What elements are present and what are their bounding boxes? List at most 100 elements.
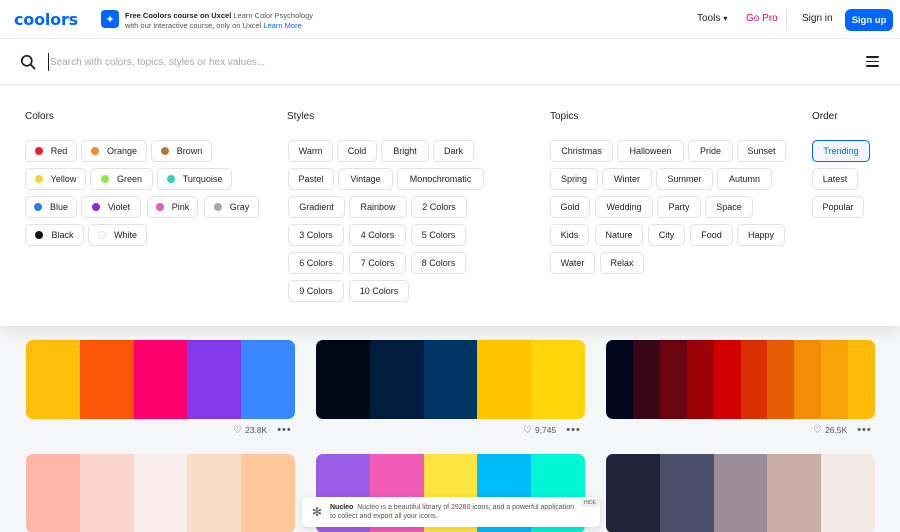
topic-chip-christmas[interactable]: Christmas — [550, 140, 613, 162]
style-chip-10-colors[interactable]: 10 Colors — [349, 280, 409, 302]
heart-icon[interactable]: ♡ — [233, 425, 242, 436]
topic-chip-water[interactable]: Water — [550, 252, 595, 274]
search-input[interactable] — [48, 53, 828, 71]
topic-chip-happy[interactable]: Happy — [737, 224, 785, 246]
palette-swatch[interactable] — [821, 340, 849, 419]
palette-card[interactable] — [606, 340, 875, 419]
style-chip-cold[interactable]: Cold — [337, 140, 377, 162]
palette-card[interactable] — [26, 454, 295, 532]
promo-banner[interactable]: Free Coolors course on Uxcel Learn Color… — [125, 11, 345, 30]
style-chip-9-colors[interactable]: 9 Colors — [288, 280, 344, 302]
palette-swatch[interactable] — [477, 340, 532, 419]
palette-swatch[interactable] — [821, 454, 875, 532]
palette-swatch[interactable] — [740, 340, 768, 419]
style-chip-vintage[interactable]: Vintage — [338, 168, 393, 190]
topic-chip-party[interactable]: Party — [657, 196, 701, 218]
palette-swatch[interactable] — [79, 340, 134, 419]
order-chip-trending[interactable]: Trending — [812, 140, 870, 162]
palette-swatch[interactable] — [767, 454, 822, 532]
heart-icon[interactable]: ♡ — [813, 425, 822, 436]
sign-in-link[interactable]: Sign in — [802, 13, 833, 24]
color-chip-green[interactable]: Green — [90, 168, 153, 190]
palette-swatch[interactable] — [369, 340, 424, 419]
hamburger-menu-icon[interactable] — [866, 56, 879, 67]
topic-chip-wedding[interactable]: Wedding — [595, 196, 653, 218]
topic-chip-gold[interactable]: Gold — [550, 196, 590, 218]
color-chip-gray[interactable]: Gray — [204, 196, 259, 218]
topic-chip-sunset[interactable]: Sunset — [737, 140, 786, 162]
palette-swatch[interactable] — [26, 340, 80, 419]
style-chip-rainbow[interactable]: Rainbow — [349, 196, 407, 218]
coolors-logo[interactable]: coolors — [14, 10, 78, 29]
color-chip-black[interactable]: Black — [25, 224, 84, 246]
palette-card[interactable] — [606, 454, 875, 532]
topic-chip-winter[interactable]: Winter — [602, 168, 652, 190]
more-options-icon[interactable]: ••• — [566, 424, 581, 436]
style-chip-8-colors[interactable]: 8 Colors — [411, 252, 466, 274]
color-chip-yellow[interactable]: Yellow — [25, 168, 86, 190]
tools-menu[interactable]: Tools ▾ — [697, 13, 727, 24]
color-chip-violet[interactable]: Violet — [81, 196, 141, 218]
palette-swatch[interactable] — [659, 340, 687, 419]
style-chip-bright[interactable]: Bright — [381, 140, 429, 162]
sign-up-button[interactable]: Sign up — [845, 9, 893, 31]
topic-chip-halloween[interactable]: Halloween — [617, 140, 684, 162]
color-chip-white[interactable]: White — [88, 224, 147, 246]
style-chip-gradient[interactable]: Gradient — [288, 196, 345, 218]
topic-chip-summer[interactable]: Summer — [656, 168, 713, 190]
palette-swatch[interactable] — [632, 340, 660, 419]
palette-card[interactable] — [316, 340, 585, 419]
palette-swatch[interactable] — [713, 454, 768, 532]
palette-swatch[interactable] — [133, 454, 188, 532]
topic-chip-pride[interactable]: Pride — [688, 140, 733, 162]
more-options-icon[interactable]: ••• — [277, 424, 292, 436]
order-chip-popular[interactable]: Popular — [812, 196, 864, 218]
hide-ad-button[interactable]: HIDE — [581, 499, 599, 507]
order-chip-latest[interactable]: Latest — [812, 168, 858, 190]
palette-swatch[interactable] — [713, 340, 741, 419]
style-chip-monochromatic[interactable]: Monochromatic — [397, 168, 484, 190]
style-chip-2-colors[interactable]: 2 Colors — [411, 196, 467, 218]
palette-swatch[interactable] — [659, 454, 714, 532]
search-icon[interactable] — [20, 54, 36, 70]
style-chip-4-colors[interactable]: 4 Colors — [349, 224, 406, 246]
palette-swatch[interactable] — [606, 340, 633, 419]
palette-swatch[interactable] — [767, 340, 795, 419]
style-chip-pastel[interactable]: Pastel — [288, 168, 334, 190]
palette-swatch[interactable] — [423, 340, 478, 419]
style-chip-5-colors[interactable]: 5 Colors — [411, 224, 466, 246]
palette-swatch[interactable] — [794, 340, 822, 419]
palette-swatch[interactable] — [316, 340, 370, 419]
topic-chip-autumn[interactable]: Autumn — [717, 168, 772, 190]
uxcel-icon[interactable]: ✦ — [101, 10, 119, 28]
go-pro-link[interactable]: Go Pro — [746, 13, 778, 24]
color-chip-red[interactable]: Red — [25, 140, 77, 162]
color-chip-orange[interactable]: Orange — [81, 140, 147, 162]
topic-chip-space[interactable]: Space — [705, 196, 753, 218]
palette-swatch[interactable] — [606, 454, 660, 532]
style-chip-dark[interactable]: Dark — [433, 140, 474, 162]
palette-swatch[interactable] — [848, 340, 875, 419]
topic-chip-spring[interactable]: Spring — [550, 168, 598, 190]
color-chip-blue[interactable]: Blue — [25, 196, 77, 218]
topic-chip-relax[interactable]: Relax — [600, 252, 644, 274]
color-chip-turquoise[interactable]: Turquoise — [157, 168, 232, 190]
nucleo-ad[interactable]: ✻ Nucleo Nucleo is a beautiful library o… — [302, 497, 600, 527]
palette-swatch[interactable] — [187, 340, 242, 419]
more-options-icon[interactable]: ••• — [857, 424, 872, 436]
palette-card[interactable] — [26, 340, 295, 419]
topic-chip-kids[interactable]: Kids — [550, 224, 589, 246]
color-chip-brown[interactable]: Brown — [151, 140, 212, 162]
palette-swatch[interactable] — [187, 454, 242, 532]
topic-chip-food[interactable]: Food — [690, 224, 733, 246]
color-chip-pink[interactable]: Pink — [147, 196, 198, 218]
heart-icon[interactable]: ♡ — [523, 425, 532, 436]
style-chip-6-colors[interactable]: 6 Colors — [288, 252, 344, 274]
topic-chip-nature[interactable]: Nature — [595, 224, 643, 246]
topic-chip-city[interactable]: City — [648, 224, 685, 246]
palette-swatch[interactable] — [241, 454, 295, 532]
palette-swatch[interactable] — [79, 454, 134, 532]
palette-swatch[interactable] — [133, 340, 188, 419]
style-chip-warm[interactable]: Warm — [288, 140, 333, 162]
palette-swatch[interactable] — [241, 340, 295, 419]
